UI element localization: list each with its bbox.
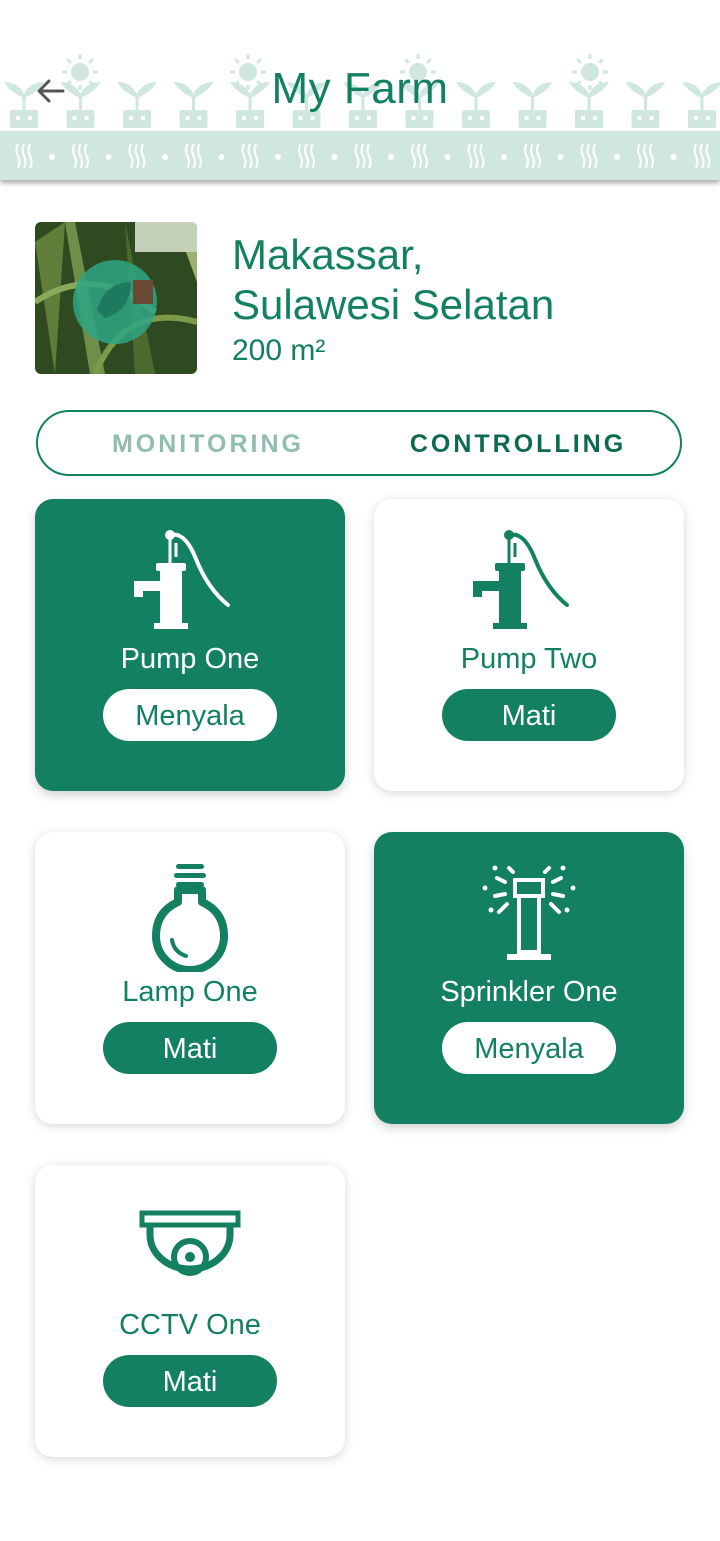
device-status-button[interactable]: Mati bbox=[103, 1022, 277, 1074]
farm-photo bbox=[35, 222, 197, 374]
sprinkler-icon bbox=[469, 862, 589, 972]
device-label: CCTV One bbox=[119, 1309, 261, 1341]
device-label: Sprinkler One bbox=[440, 976, 618, 1008]
farm-area: 200 m² bbox=[232, 334, 326, 367]
cctv-camera-icon bbox=[130, 1195, 250, 1305]
device-status-button[interactable]: Menyala bbox=[103, 689, 277, 741]
device-label: Lamp One bbox=[122, 976, 258, 1008]
device-card-cctv-one[interactable]: CCTV One Mati bbox=[35, 1165, 345, 1457]
lightbulb-icon bbox=[130, 862, 250, 972]
device-card-lamp-one[interactable]: Lamp One Mati bbox=[35, 832, 345, 1124]
device-label: Pump Two bbox=[460, 643, 598, 675]
device-status-button[interactable]: Menyala bbox=[442, 1022, 616, 1074]
device-card-pump-two[interactable]: Pump Two Mati bbox=[374, 499, 684, 791]
tab-monitoring[interactable]: MONITORING bbox=[78, 412, 338, 474]
device-card-pump-one[interactable]: Pump One Menyala bbox=[35, 499, 345, 791]
farm-location: Makassar, Sulawesi Selatan bbox=[232, 231, 555, 328]
tab-controlling[interactable]: CONTROLLING bbox=[378, 412, 658, 474]
tab-bar: MONITORING CONTROLLING bbox=[36, 410, 682, 476]
device-status-button[interactable]: Mati bbox=[442, 689, 616, 741]
device-label: Pump One bbox=[120, 643, 260, 675]
app-header: My Farm bbox=[0, 0, 720, 180]
device-status-button[interactable]: Mati bbox=[103, 1355, 277, 1407]
page-title: My Farm bbox=[271, 64, 449, 113]
water-pump-icon bbox=[469, 529, 589, 639]
device-card-sprinkler-one[interactable]: Sprinkler One Menyala bbox=[374, 832, 684, 1124]
water-pump-icon bbox=[130, 529, 250, 639]
